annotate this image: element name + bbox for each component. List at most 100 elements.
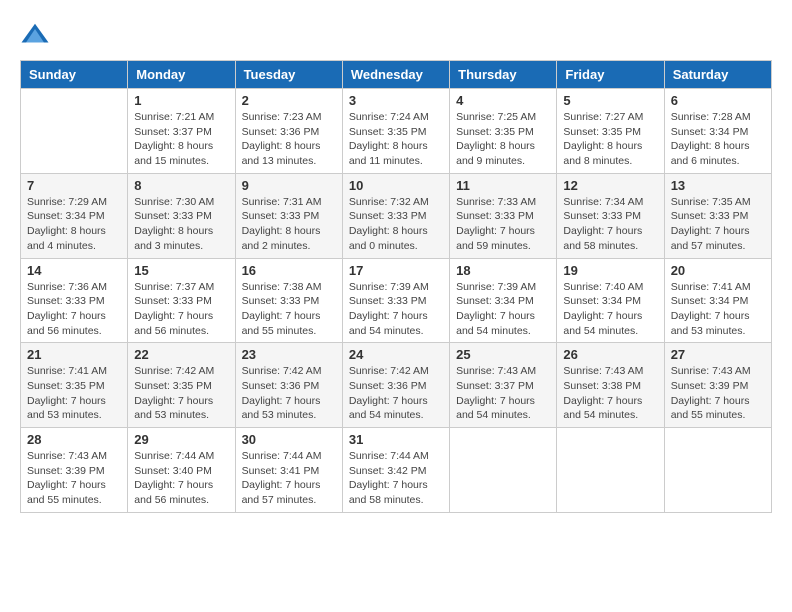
sunset-text: Sunset: 3:35 PM [27, 379, 121, 394]
day-number: 24 [349, 347, 443, 362]
sunset-text: Sunset: 3:36 PM [349, 379, 443, 394]
day-info: Sunrise: 7:43 AMSunset: 3:38 PMDaylight:… [563, 364, 657, 423]
sunrise-text: Sunrise: 7:23 AM [242, 110, 336, 125]
sunrise-text: Sunrise: 7:40 AM [563, 280, 657, 295]
day-number: 27 [671, 347, 765, 362]
sunrise-text: Sunrise: 7:42 AM [134, 364, 228, 379]
calendar-cell: 19Sunrise: 7:40 AMSunset: 3:34 PMDayligh… [557, 258, 664, 343]
calendar-cell: 8 Sunrise: 7:30 AMSunset: 3:33 PMDaylight… [128, 173, 235, 258]
calendar-cell: 23Sunrise: 7:42 AMSunset: 3:36 PMDayligh… [235, 343, 342, 428]
sunset-text: Sunset: 3:34 PM [27, 209, 121, 224]
day-info: Sunrise: 7:30 AMSunset: 3:33 PMDaylight:… [134, 195, 228, 254]
calendar-cell [450, 428, 557, 513]
calendar-cell: 30Sunrise: 7:44 AMSunset: 3:41 PMDayligh… [235, 428, 342, 513]
calendar-cell: 6Sunrise: 7:28 AMSunset: 3:34 PMDaylight… [664, 89, 771, 174]
sunset-text: Sunset: 3:37 PM [134, 125, 228, 140]
calendar-cell: 10Sunrise: 7:32 AMSunset: 3:33 PMDayligh… [342, 173, 449, 258]
day-info: Sunrise: 7:23 AMSunset: 3:36 PMDaylight:… [242, 110, 336, 169]
calendar-cell: 5Sunrise: 7:27 AMSunset: 3:35 PMDaylight… [557, 89, 664, 174]
calendar-cell: 16Sunrise: 7:38 AMSunset: 3:33 PMDayligh… [235, 258, 342, 343]
calendar-cell: 15Sunrise: 7:37 AMSunset: 3:33 PMDayligh… [128, 258, 235, 343]
day-number: 11 [456, 178, 550, 193]
calendar-cell: 24Sunrise: 7:42 AMSunset: 3:36 PMDayligh… [342, 343, 449, 428]
daylight-text: Daylight: 8 hours and 2 minutes. [242, 224, 336, 253]
day-number: 2 [242, 93, 336, 108]
sunrise-text: Sunrise: 7:39 AM [349, 280, 443, 295]
day-number: 22 [134, 347, 228, 362]
calendar-cell: 3Sunrise: 7:24 AMSunset: 3:35 PMDaylight… [342, 89, 449, 174]
day-info: Sunrise: 7:39 AMSunset: 3:34 PMDaylight:… [456, 280, 550, 339]
calendar-cell: 14Sunrise: 7:36 AMSunset: 3:33 PMDayligh… [21, 258, 128, 343]
day-info: Sunrise: 7:21 AMSunset: 3:37 PMDaylight:… [134, 110, 228, 169]
daylight-text: Daylight: 7 hours and 57 minutes. [242, 478, 336, 507]
sunrise-text: Sunrise: 7:29 AM [27, 195, 121, 210]
calendar-cell: 25Sunrise: 7:43 AMSunset: 3:37 PMDayligh… [450, 343, 557, 428]
calendar-cell: 26Sunrise: 7:43 AMSunset: 3:38 PMDayligh… [557, 343, 664, 428]
day-number: 10 [349, 178, 443, 193]
daylight-text: Daylight: 8 hours and 15 minutes. [134, 139, 228, 168]
daylight-text: Daylight: 7 hours and 56 minutes. [134, 478, 228, 507]
sunset-text: Sunset: 3:37 PM [456, 379, 550, 394]
day-info: Sunrise: 7:31 AMSunset: 3:33 PMDaylight:… [242, 195, 336, 254]
day-number: 6 [671, 93, 765, 108]
column-header-sunday: Sunday [21, 61, 128, 89]
sunrise-text: Sunrise: 7:41 AM [27, 364, 121, 379]
daylight-text: Daylight: 7 hours and 54 minutes. [563, 394, 657, 423]
day-info: Sunrise: 7:42 AMSunset: 3:35 PMDaylight:… [134, 364, 228, 423]
calendar-cell: 27 Sunrise: 7:43 AMSunset: 3:39 PMDayligh… [664, 343, 771, 428]
day-number: 1 [134, 93, 228, 108]
sunrise-text: Sunrise: 7:28 AM [671, 110, 765, 125]
day-number: 8 [134, 178, 228, 193]
calendar-cell: 29Sunrise: 7:44 AMSunset: 3:40 PMDayligh… [128, 428, 235, 513]
column-header-monday: Monday [128, 61, 235, 89]
column-header-wednesday: Wednesday [342, 61, 449, 89]
page-header [20, 20, 772, 50]
calendar-cell: 7Sunrise: 7:29 AMSunset: 3:34 PMDaylight… [21, 173, 128, 258]
calendar-cell: 18 Sunrise: 7:39 AMSunset: 3:34 PMDayligh… [450, 258, 557, 343]
sunrise-text: Sunrise: 7:38 AM [242, 280, 336, 295]
day-number: 20 [671, 263, 765, 278]
logo [20, 20, 54, 50]
sunset-text: Sunset: 3:39 PM [27, 464, 121, 479]
day-number: 3 [349, 93, 443, 108]
daylight-text: Daylight: 8 hours and 11 minutes. [349, 139, 443, 168]
day-info: Sunrise: 7:29 AMSunset: 3:34 PMDaylight:… [27, 195, 121, 254]
day-number: 25 [456, 347, 550, 362]
day-info: Sunrise: 7:41 AMSunset: 3:35 PMDaylight:… [27, 364, 121, 423]
sunset-text: Sunset: 3:33 PM [456, 209, 550, 224]
sunset-text: Sunset: 3:33 PM [242, 209, 336, 224]
day-info: Sunrise: 7:37 AMSunset: 3:33 PMDaylight:… [134, 280, 228, 339]
calendar-cell: 17Sunrise: 7:39 AMSunset: 3:33 PMDayligh… [342, 258, 449, 343]
sunrise-text: Sunrise: 7:33 AM [456, 195, 550, 210]
daylight-text: Daylight: 7 hours and 56 minutes. [27, 309, 121, 338]
sunset-text: Sunset: 3:36 PM [242, 379, 336, 394]
sunset-text: Sunset: 3:33 PM [27, 294, 121, 309]
day-number: 13 [671, 178, 765, 193]
sunrise-text: Sunrise: 7:34 AM [563, 195, 657, 210]
sunrise-text: Sunrise: 7:44 AM [349, 449, 443, 464]
sunset-text: Sunset: 3:35 PM [456, 125, 550, 140]
daylight-text: Daylight: 8 hours and 9 minutes. [456, 139, 550, 168]
calendar-cell: 22 Sunrise: 7:42 AMSunset: 3:35 PMDayligh… [128, 343, 235, 428]
logo-icon [20, 20, 50, 50]
sunset-text: Sunset: 3:33 PM [671, 209, 765, 224]
daylight-text: Daylight: 8 hours and 8 minutes. [563, 139, 657, 168]
daylight-text: Daylight: 8 hours and 13 minutes. [242, 139, 336, 168]
day-number: 18 [456, 263, 550, 278]
sunset-text: Sunset: 3:33 PM [349, 209, 443, 224]
sunset-text: Sunset: 3:40 PM [134, 464, 228, 479]
sunset-text: Sunset: 3:33 PM [349, 294, 443, 309]
day-number: 21 [27, 347, 121, 362]
sunset-text: Sunset: 3:42 PM [349, 464, 443, 479]
daylight-text: Daylight: 7 hours and 53 minutes. [134, 394, 228, 423]
day-number: 29 [134, 432, 228, 447]
daylight-text: Daylight: 7 hours and 58 minutes. [349, 478, 443, 507]
calendar-cell: 9Sunrise: 7:31 AMSunset: 3:33 PMDaylight… [235, 173, 342, 258]
sunrise-text: Sunrise: 7:44 AM [242, 449, 336, 464]
sunset-text: Sunset: 3:39 PM [671, 379, 765, 394]
sunrise-text: Sunrise: 7:43 AM [671, 364, 765, 379]
daylight-text: Daylight: 7 hours and 54 minutes. [456, 394, 550, 423]
day-info: Sunrise: 7:43 AMSunset: 3:39 PMDaylight:… [671, 364, 765, 423]
day-number: 5 [563, 93, 657, 108]
daylight-text: Daylight: 7 hours and 53 minutes. [242, 394, 336, 423]
